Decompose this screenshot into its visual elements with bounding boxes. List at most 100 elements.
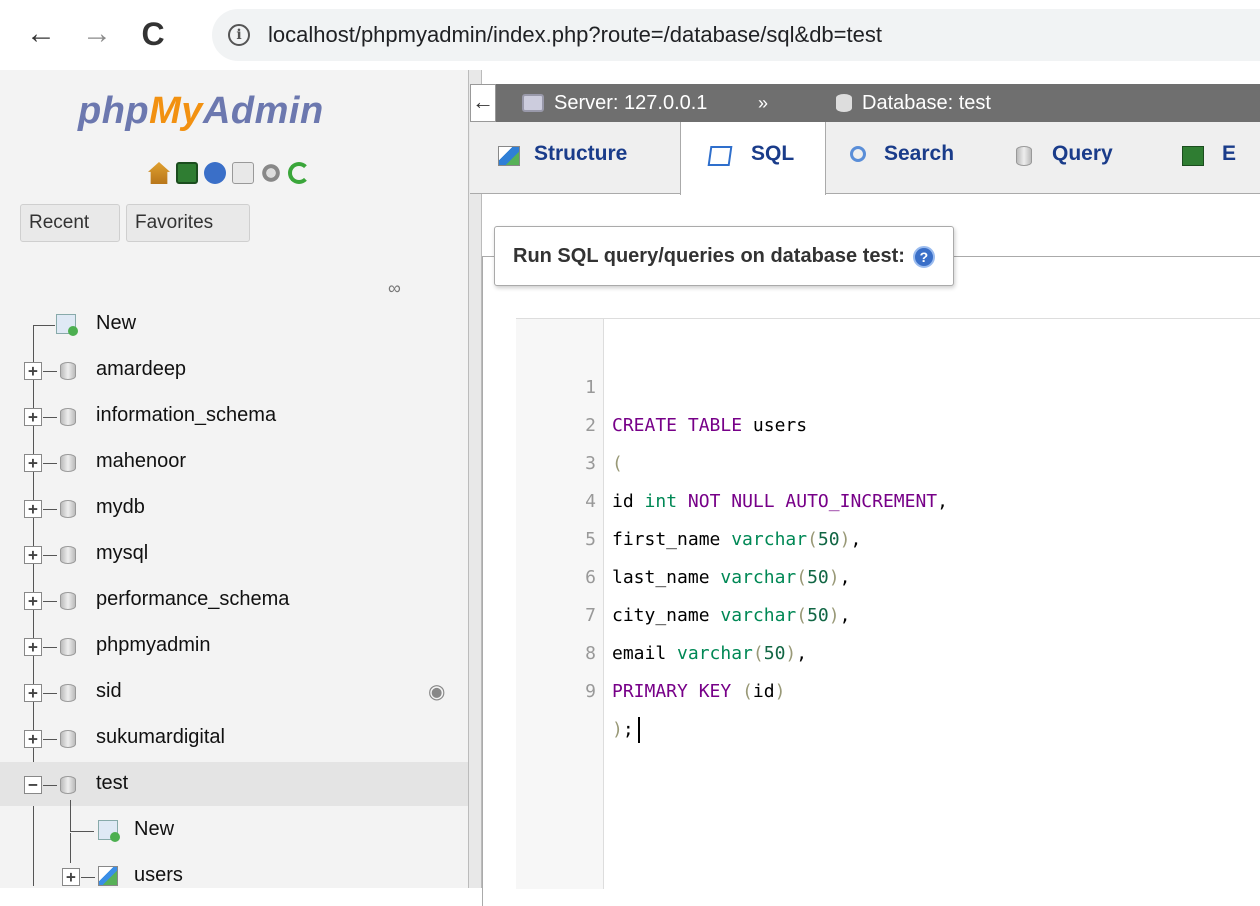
- breadcrumb-database[interactable]: Database: test: [862, 92, 991, 115]
- tab-structure[interactable]: Structure: [482, 122, 680, 194]
- expand-icon[interactable]: +: [24, 454, 42, 472]
- link-with-main-panel-icon[interactable]: ∞: [388, 278, 401, 299]
- sql-icon: [707, 146, 733, 166]
- code-line: 7 email varchar(50),: [585, 605, 808, 664]
- tree-item-label[interactable]: amardeep: [96, 358, 186, 381]
- tree-item-label[interactable]: test: [96, 772, 128, 795]
- collapse-sidebar-arrow-icon[interactable]: ←: [470, 84, 496, 122]
- tree-item-label[interactable]: mydb: [96, 496, 145, 519]
- recent-tab[interactable]: Recent: [20, 204, 120, 242]
- database-icon: [60, 730, 76, 748]
- tree-item-label[interactable]: sid: [96, 680, 122, 703]
- tree-item-sukumardigital[interactable]: + sukumardigital: [0, 716, 468, 760]
- breadcrumb-server[interactable]: Server: 127.0.0.1: [554, 92, 707, 115]
- reload-icon[interactable]: C: [136, 14, 170, 54]
- code-line: 6 city_name varchar(50),: [585, 567, 851, 626]
- database-icon: [60, 776, 76, 794]
- breadcrumb: ← Server: 127.0.0.1 » Database: test: [470, 84, 1260, 122]
- new-database-icon: [56, 314, 78, 336]
- database-icon: [60, 362, 76, 380]
- settings-gear-icon[interactable]: [260, 162, 282, 184]
- database-icon: [60, 454, 76, 472]
- export-icon: [1182, 146, 1204, 166]
- tab-query[interactable]: Query: [994, 122, 1158, 194]
- expand-icon[interactable]: +: [24, 500, 42, 518]
- table-icon: [98, 866, 118, 886]
- expand-icon[interactable]: +: [24, 638, 42, 656]
- code-line: 9 );: [516, 635, 1260, 743]
- expand-icon[interactable]: +: [24, 362, 42, 380]
- home-icon[interactable]: [148, 162, 170, 184]
- structure-icon: [498, 146, 520, 166]
- address-url[interactable]: localhost/phpmyadmin/index.php?route=/da…: [268, 22, 882, 48]
- database-icon: [60, 500, 76, 518]
- favorites-tab[interactable]: Favorites: [126, 204, 250, 242]
- tree-item-information-schema[interactable]: + information_schema: [0, 394, 468, 438]
- main-panel: ← Server: 127.0.0.1 » Database: test Str…: [470, 70, 1260, 906]
- database-icon: [60, 546, 76, 564]
- site-info-icon[interactable]: i: [228, 24, 250, 46]
- tree-item-sid[interactable]: + sid: [0, 670, 468, 714]
- back-arrow-icon[interactable]: ←: [24, 14, 58, 54]
- database-tabs: Structure SQL Search Query E: [470, 122, 1260, 195]
- tree-item-label[interactable]: New: [134, 818, 174, 841]
- show-hidden-items-eye-icon[interactable]: ◉: [428, 679, 445, 704]
- phpmyadmin-logo[interactable]: phpMyAdmin: [78, 90, 324, 133]
- address-bar[interactable]: i localhost/phpmyadmin/index.php?route=/…: [212, 9, 1260, 61]
- tree-item-mahenoor[interactable]: + mahenoor: [0, 440, 468, 484]
- tree-item-phpmyadmin[interactable]: + phpmyadmin: [0, 624, 468, 668]
- expand-icon[interactable]: +: [24, 592, 42, 610]
- expand-icon[interactable]: +: [24, 684, 42, 702]
- tree-item-label[interactable]: information_schema: [96, 404, 276, 427]
- reload-navigation-icon[interactable]: [288, 162, 310, 184]
- logout-icon[interactable]: [176, 162, 198, 184]
- code-line: 4 first_name varchar(50),: [585, 491, 862, 550]
- documentation-icon[interactable]: [232, 162, 254, 184]
- database-icon: [60, 638, 76, 656]
- help-icon[interactable]: [204, 162, 226, 184]
- code-line: 2 (: [585, 415, 623, 474]
- tree-item-amardeep[interactable]: + amardeep: [0, 348, 468, 392]
- tab-search[interactable]: Search: [828, 122, 992, 194]
- quick-links: [148, 162, 310, 186]
- server-icon: [522, 94, 544, 112]
- browser-toolbar: ← → C i localhost/phpmyadmin/index.php?r…: [0, 0, 1260, 70]
- help-icon[interactable]: ?: [912, 245, 935, 268]
- breadcrumb-separator: »: [758, 93, 769, 113]
- database-icon: [836, 94, 852, 112]
- query-icon: [1016, 146, 1032, 166]
- text-cursor: [637, 717, 640, 743]
- tab-export[interactable]: E: [1160, 122, 1260, 194]
- expand-icon[interactable]: +: [62, 868, 80, 886]
- code-line: 3 id int NOT NULL AUTO_INCREMENT,: [585, 453, 948, 512]
- tree-item-mysql[interactable]: + mysql: [0, 532, 468, 576]
- tree-item-label[interactable]: performance_schema: [96, 588, 289, 611]
- tree-item-performance-schema[interactable]: + performance_schema: [0, 578, 468, 622]
- tree-item-label[interactable]: New: [96, 312, 136, 335]
- tree-item-new[interactable]: New: [0, 302, 468, 346]
- code-line: 1 CREATE TABLE users: [585, 377, 808, 436]
- collapse-icon[interactable]: −: [24, 776, 42, 794]
- search-icon: [850, 146, 866, 162]
- expand-icon[interactable]: +: [24, 408, 42, 426]
- navigation-panel: phpMyAdmin Recent Favorites ∞ New + amar…: [0, 70, 468, 888]
- tree-item-label[interactable]: mysql: [96, 542, 148, 565]
- tab-sql[interactable]: SQL: [680, 122, 826, 195]
- new-table-icon: [98, 820, 120, 842]
- expand-icon[interactable]: +: [24, 546, 42, 564]
- tree-item-label[interactable]: phpmyadmin: [96, 634, 211, 657]
- tree-item-label[interactable]: sukumardigital: [96, 726, 225, 749]
- tree-item-users[interactable]: + users: [0, 833, 468, 898]
- forward-arrow-icon[interactable]: →: [80, 14, 114, 54]
- database-icon: [60, 592, 76, 610]
- tree-item-label[interactable]: users: [134, 864, 183, 887]
- sql-query-editor[interactable]: 1 CREATE TABLE users 2 ( 3 id int NOT NU…: [516, 318, 1260, 889]
- code-line: 8 PRIMARY KEY (id): [585, 643, 786, 702]
- code-line: 5 last_name varchar(50),: [585, 529, 851, 588]
- database-icon: [60, 684, 76, 702]
- expand-icon[interactable]: +: [24, 730, 42, 748]
- sql-query-legend: Run SQL query/queries on database test:?: [494, 226, 954, 286]
- database-icon: [60, 408, 76, 426]
- tree-item-mydb[interactable]: + mydb: [0, 486, 468, 530]
- tree-item-label[interactable]: mahenoor: [96, 450, 186, 473]
